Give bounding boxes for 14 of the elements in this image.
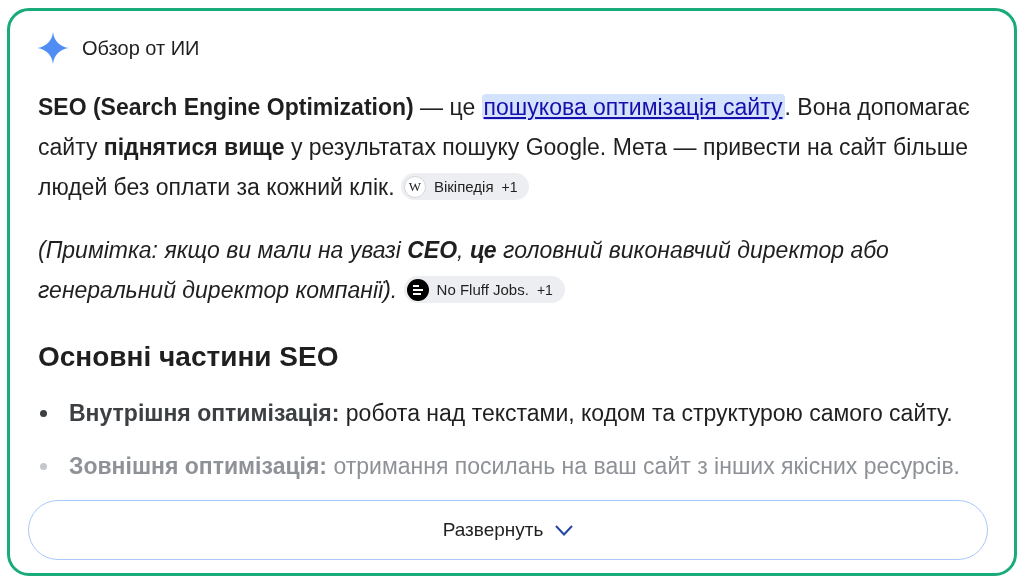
section-heading: Основні частини SEO <box>38 340 339 374</box>
note-paragraph: (Примітка: якщо ви мали на увазі CEO, це головний виконавчий директор або генеральний директор компанії). No Fluff Jobs. +1 <box>38 236 890 306</box>
source-chip[interactable]: W Вікіпедія +1 <box>400 173 530 201</box>
expand-button[interactable]: Развернуть <box>28 500 988 560</box>
chevron-down-icon <box>555 524 574 536</box>
link[interactable]: пошукова оптимізація сайту <box>481 94 785 120</box>
overview-title: Обзор от ИИ <box>82 36 200 61</box>
answer-paragraph: SEO (Search Engine Optimization) — це пошукова оптимізація сайту. Вона допомагає сайту піднятися вище у результатах пошуку Google. Мета — привести на сайт більше людей без оплати за кожний клік. W Вікіпедія +1 <box>38 93 971 203</box>
source-chip[interactable]: No Fluff Jobs. +1 <box>403 276 565 304</box>
list-item-text: Зовнішня оптимізація: отримання посилань на ваш сайт з інших якісних ресурсів. <box>69 451 960 481</box>
sparkle-icon <box>37 32 69 64</box>
round-logo-icon <box>406 278 429 301</box>
list-item-text: Внутрішня оптимізація: робота над текстами, кодом та структурою самого сайту. <box>69 398 953 428</box>
source-logo: W <box>403 175 426 198</box>
